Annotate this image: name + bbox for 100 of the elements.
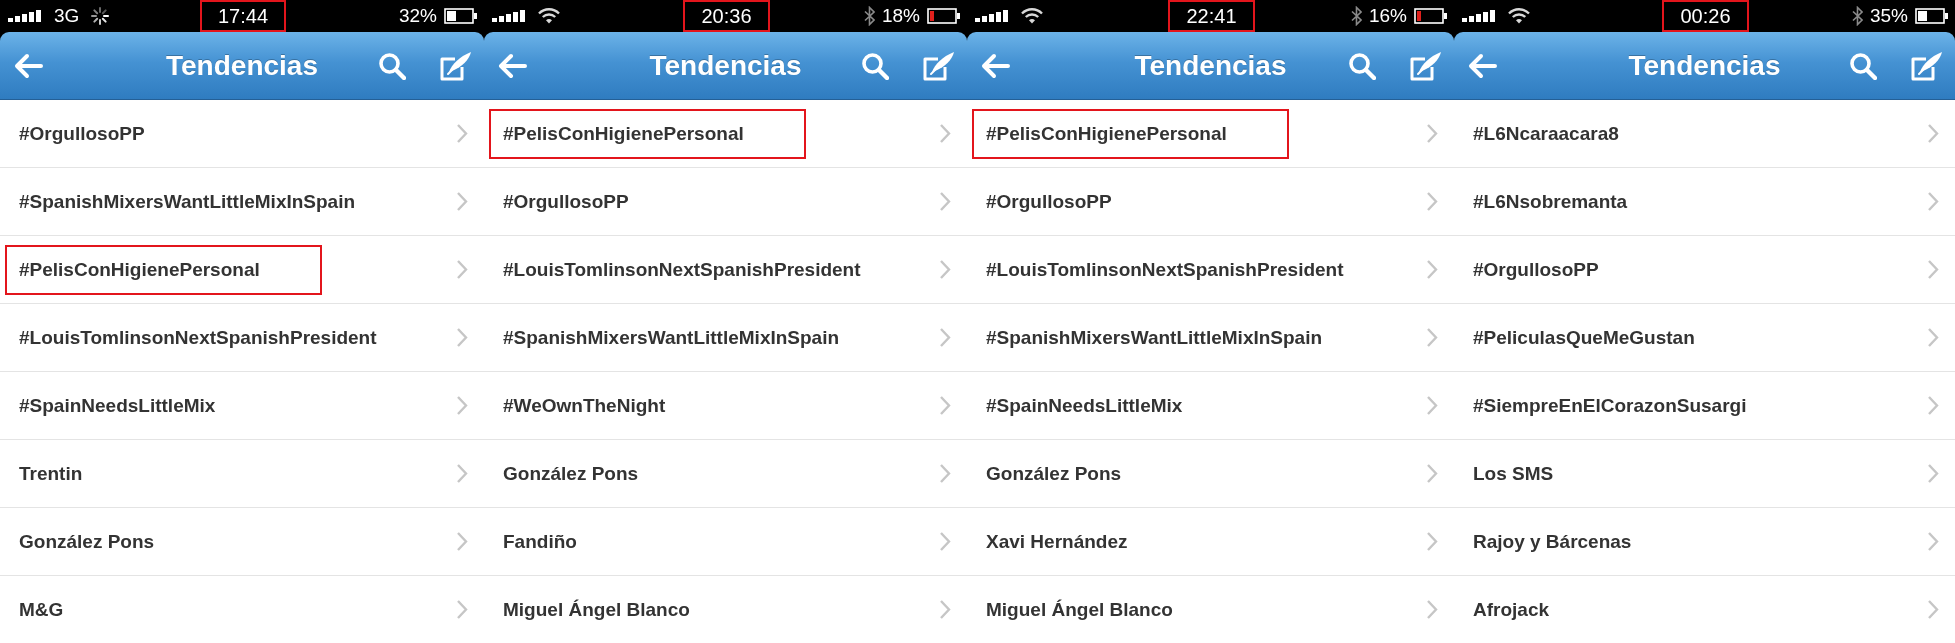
page-title: Tendencias	[1628, 49, 1781, 82]
trend-item[interactable]: #LouisTomlinsonNextSpanishPresident	[19, 326, 377, 349]
chevron-right-icon	[1426, 191, 1438, 212]
trend-item[interactable]: Fandiño	[503, 530, 577, 553]
signal-bars-icon	[975, 9, 1009, 23]
trend-item[interactable]: #WeOwnTheNight	[503, 394, 666, 417]
trend-item[interactable]: #OrgullosoPP	[1473, 258, 1599, 281]
compose-icon	[1911, 50, 1943, 81]
trend-item[interactable]: Miguel Ángel Blanco	[503, 598, 690, 621]
status-time: 22:41	[1186, 4, 1237, 28]
chevron-right-icon	[1927, 599, 1939, 620]
compose-icon	[923, 50, 955, 81]
trend-item[interactable]: #OrgullosoPP	[986, 190, 1112, 213]
signal-bars-icon	[8, 9, 42, 23]
battery-percent: 35%	[1869, 5, 1908, 27]
chevron-right-icon	[1426, 599, 1438, 620]
trend-item[interactable]: #PelisConHigienePersonal	[986, 122, 1227, 145]
chevron-right-icon	[456, 259, 468, 280]
battery-percent: 32%	[398, 5, 437, 27]
compose-button[interactable]	[1410, 49, 1442, 82]
status-time: 20:36	[701, 4, 752, 28]
search-icon	[861, 51, 889, 80]
chevron-right-icon	[1426, 327, 1438, 348]
trend-item[interactable]: #LouisTomlinsonNextSpanishPresident	[503, 258, 861, 281]
trend-item[interactable]: Los SMS	[1473, 462, 1554, 485]
chevron-right-icon	[1426, 531, 1438, 552]
chevron-right-icon	[1927, 123, 1939, 144]
trend-item[interactable]: #SpainNeedsLittleMix	[19, 394, 216, 417]
trend-item[interactable]: #LouisTomlinsonNextSpanishPresident	[986, 258, 1344, 281]
chevron-right-icon	[1426, 123, 1438, 144]
signal-bars-icon	[492, 9, 526, 23]
chevron-right-icon	[456, 327, 468, 348]
chevron-right-icon	[939, 191, 951, 212]
chevron-right-icon	[456, 463, 468, 484]
trend-item[interactable]: González Pons	[503, 462, 639, 485]
search-icon	[1849, 51, 1877, 80]
compose-icon	[1410, 50, 1442, 81]
chevron-right-icon	[939, 259, 951, 280]
trend-item[interactable]: #SpanishMixersWantLittleMixInSpain	[986, 326, 1323, 349]
compose-button[interactable]	[923, 49, 955, 82]
chevron-right-icon	[456, 599, 468, 620]
page-title: Tendencias	[1134, 49, 1287, 82]
battery-percent: 18%	[881, 5, 920, 27]
trend-item[interactable]: Xavi Hernández	[986, 530, 1128, 553]
wifi-icon	[538, 8, 560, 24]
status-time: 00:26	[1680, 4, 1731, 28]
trend-item[interactable]: Trentin	[19, 462, 83, 485]
signal-bars-icon	[1462, 9, 1496, 23]
trend-item[interactable]: #SpanishMixersWantLittleMixInSpain	[19, 190, 356, 213]
trend-item[interactable]: #SiempreEnElCorazonSusargi	[1473, 394, 1747, 417]
chevron-right-icon	[1426, 395, 1438, 416]
trend-item[interactable]: #OrgullosoPP	[503, 190, 629, 213]
page-title: Tendencias	[649, 49, 802, 82]
status-time: 17:44	[217, 4, 269, 28]
chevron-right-icon	[1927, 395, 1939, 416]
chevron-right-icon	[939, 395, 951, 416]
chevron-right-icon	[1927, 531, 1939, 552]
back-arrow-icon	[980, 52, 1010, 79]
search-icon	[378, 51, 406, 80]
page-title: Tendencias	[166, 49, 318, 82]
trend-item[interactable]: #SpainNeedsLittleMix	[986, 394, 1183, 417]
back-arrow-icon	[497, 52, 527, 79]
chevron-right-icon	[939, 123, 951, 144]
chevron-right-icon	[456, 531, 468, 552]
trend-item[interactable]: #L6Ncaraacara8	[1473, 122, 1619, 145]
chevron-right-icon	[1927, 191, 1939, 212]
back-arrow-icon	[13, 52, 43, 79]
wifi-icon	[1508, 8, 1530, 24]
chevron-right-icon	[1426, 259, 1438, 280]
chevron-right-icon	[939, 463, 951, 484]
trend-item[interactable]: #OrgullosoPP	[19, 122, 145, 145]
chevron-right-icon	[456, 191, 468, 212]
trend-item[interactable]: Miguel Ángel Blanco	[986, 598, 1173, 621]
trend-item[interactable]: González Pons	[986, 462, 1122, 485]
chevron-right-icon	[1927, 463, 1939, 484]
chevron-right-icon	[939, 599, 951, 620]
trend-item[interactable]: Afrojack	[1473, 598, 1550, 621]
trend-item[interactable]: M&G	[19, 598, 64, 621]
compose-button[interactable]	[1911, 49, 1943, 82]
back-arrow-icon	[1467, 52, 1497, 79]
trend-item[interactable]: #L6Nsobremanta	[1473, 190, 1628, 213]
battery-percent: 16%	[1368, 5, 1407, 27]
chevron-right-icon	[1927, 259, 1939, 280]
trend-item[interactable]: González Pons	[19, 530, 155, 553]
trend-item[interactable]: #PelisConHigienePersonal	[503, 122, 744, 145]
carrier-label: 3G	[54, 5, 80, 27]
chevron-right-icon	[939, 531, 951, 552]
wifi-icon	[1021, 8, 1043, 24]
trend-item[interactable]: #PelisConHigienePersonal	[19, 258, 260, 281]
compose-button[interactable]	[440, 49, 472, 82]
chevron-right-icon	[1927, 327, 1939, 348]
trend-item[interactable]: #SpanishMixersWantLittleMixInSpain	[503, 326, 840, 349]
trend-item[interactable]: #PeliculasQueMeGustan	[1473, 326, 1695, 349]
chevron-right-icon	[456, 123, 468, 144]
chevron-right-icon	[1426, 463, 1438, 484]
search-icon	[1348, 51, 1376, 80]
compose-icon	[440, 50, 472, 81]
chevron-right-icon	[939, 327, 951, 348]
trend-item[interactable]: Rajoy y Bárcenas	[1473, 530, 1632, 553]
chevron-right-icon	[456, 395, 468, 416]
